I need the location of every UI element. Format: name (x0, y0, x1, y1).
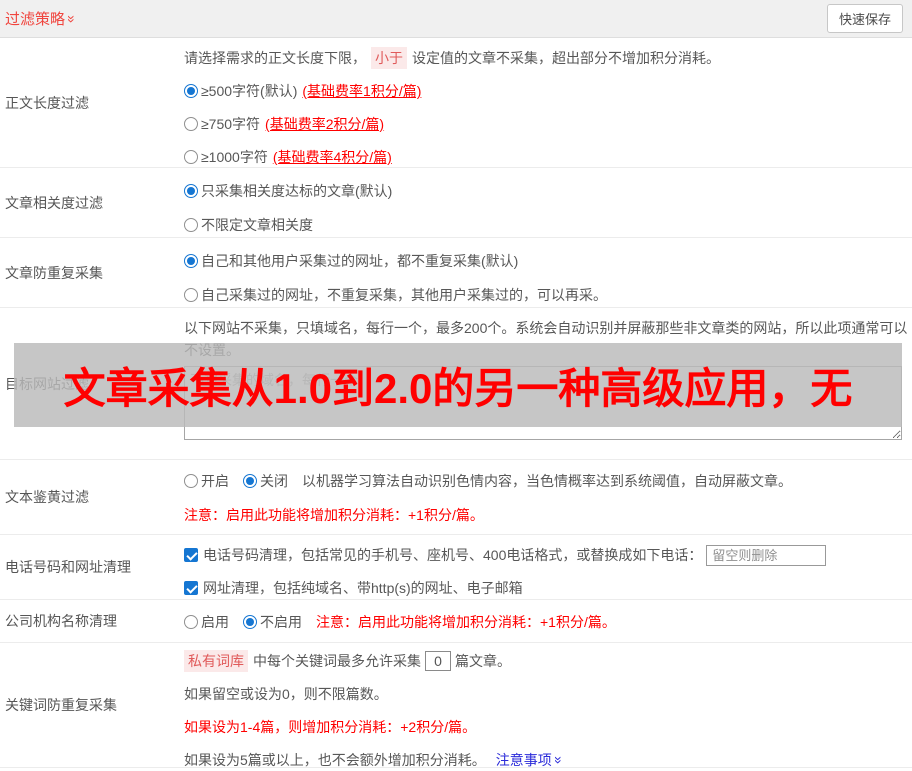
radio-button[interactable] (184, 84, 198, 98)
row-relevance-filter: 文章相关度过滤 只采集相关度达标的文章(默认) 不限定文章相关度 (0, 168, 912, 238)
row-target-site-filter: 目标网站过滤 以下网站不采集，只填域名，每行一个，最多200个。系统会自动识别并… (0, 308, 912, 460)
notes-link[interactable]: 注意事项 (496, 750, 552, 770)
promo-overlay-banner: 文章采集从1.0到2.0的另一种高级应用，无 (14, 343, 902, 427)
radio-label: 自己和其他用户采集过的网址，都不重复采集(默认) (201, 253, 519, 269)
radio-label: ≥1000字符 (201, 149, 268, 165)
row-content: 开启 关闭 以机器学习算法自动识别色情内容，当色情概率达到系统阈值，自动屏蔽文章… (176, 460, 912, 534)
radio-option-dedup-self[interactable]: 自己采集过的网址，不重复采集，其他用户采集过的，可以再采。 (184, 285, 904, 305)
radio-button-enable[interactable] (184, 615, 198, 629)
row-label: 正文长度过滤 (5, 94, 89, 111)
radio-option-no-limit[interactable]: 不限定文章相关度 (184, 215, 904, 235)
porn-filter-warning: 注意：启用此功能将增加积分消耗：+1积分/篇。 (184, 507, 484, 523)
radio-button-enable[interactable] (184, 474, 198, 488)
phone-cleanup-option: 电话号码清理，包括常见的手机号、座机号、400电话格式，或替换成如下电话： (184, 544, 904, 566)
keyword-limit-suffix: 篇文章。 (455, 653, 511, 669)
radio-label[interactable]: 关闭 (260, 471, 288, 491)
topbar: 过滤策略 » 快速保存 (0, 0, 912, 38)
row-keyword-dedup: 关键词防重复采集 私有词库 中每个关键词最多允许采集 篇文章。 如果留空或设为0… (0, 643, 912, 768)
row-label: 文本鉴黄过滤 (5, 489, 89, 505)
radio-label[interactable]: 不启用 (260, 612, 302, 632)
radio-label[interactable]: 启用 (201, 612, 229, 632)
page-title: 过滤策略 (5, 11, 66, 28)
intro-post: 设定值的文章不采集，超出部分不增加积分消耗。 (412, 50, 720, 66)
url-cleanup-option: 网址清理，包括纯域名、带http(s)的网址、电子邮箱 (184, 577, 904, 599)
radio-label: 只采集相关度达标的文章(默认) (201, 183, 393, 199)
keyword-note-text: 如果设为5篇或以上，也不会额外增加积分消耗。 (184, 752, 486, 768)
row-content: 启用 不启用 注意：启用此功能将增加积分消耗：+1积分/篇。 (176, 600, 912, 642)
radio-button[interactable] (184, 254, 198, 268)
row-label: 公司机构名称清理 (5, 613, 117, 629)
chevron-double-down-icon: » (550, 756, 567, 764)
row-body-length-filter: 正文长度过滤 请选择需求的正文长度下限， 小于 设定值的文章不采集，超出部分不增… (0, 38, 912, 168)
promo-overlay-text: 文章采集从1.0到2.0的另一种高级应用，无 (63, 364, 853, 412)
keyword-note-cost: 如果设为1-4篇，则增加积分消耗：+2积分/篇。 (184, 719, 477, 735)
radio-option-1000[interactable]: ≥1000字符 (基础费率4积分/篇) (184, 147, 904, 167)
quick-save-button[interactable]: 快速保存 (826, 4, 903, 33)
radio-option-relevant-only[interactable]: 只采集相关度达标的文章(默认) (184, 181, 904, 201)
radio-label: 不限定文章相关度 (201, 217, 313, 233)
row-label: 关键词防重复采集 (5, 697, 117, 713)
row-phone-url-cleanup: 电话号码和网址清理 电话号码清理，包括常见的手机号、座机号、400电话格式，或替… (0, 535, 912, 600)
radio-button[interactable] (184, 184, 198, 198)
radio-option-750[interactable]: ≥750字符 (基础费率2积分/篇) (184, 114, 904, 134)
row-content: 只采集相关度达标的文章(默认) 不限定文章相关度 (176, 168, 912, 237)
porn-filter-description: 以机器学习算法自动识别色情内容，当色情概率达到系统阈值，自动屏蔽文章。 (302, 473, 792, 489)
checkbox-url-cleanup[interactable] (184, 581, 198, 595)
keyword-limit-line: 私有词库 中每个关键词最多允许采集 篇文章。 (184, 650, 904, 672)
checkbox-label[interactable]: 电话号码清理，包括常见的手机号、座机号、400电话格式，或替换成如下电话： (203, 545, 702, 565)
row-content: 请选择需求的正文长度下限， 小于 设定值的文章不采集，超出部分不增加积分消耗。 … (176, 38, 912, 167)
less-than-highlight: 小于 (371, 47, 407, 69)
row-article-dedup: 文章防重复采集 自己和其他用户采集过的网址，都不重复采集(默认) 自己采集过的网… (0, 238, 912, 308)
radio-button[interactable] (184, 117, 198, 131)
checkbox-label[interactable]: 网址清理，包括纯域名、带http(s)的网址、电子邮箱 (203, 578, 523, 598)
keyword-note-unlimited: 如果留空或设为0，则不限篇数。 (184, 686, 388, 702)
chevron-double-down-icon: » (63, 14, 80, 23)
radio-option-500[interactable]: ≥500字符(默认) (基础费率1积分/篇) (184, 81, 904, 101)
porn-filter-options: 开启 关闭 以机器学习算法自动识别色情内容，当色情概率达到系统阈值，自动屏蔽文章… (184, 471, 904, 491)
radio-label: 自己采集过的网址，不重复采集，其他用户采集过的，可以再采。 (201, 287, 607, 303)
length-intro: 请选择需求的正文长度下限， 小于 设定值的文章不采集，超出部分不增加积分消耗。 (184, 47, 904, 69)
row-label: 文章防重复采集 (5, 264, 103, 281)
replacement-phone-input[interactable] (706, 544, 827, 566)
row-content: 自己和其他用户采集过的网址，都不重复采集(默认) 自己采集过的网址，不重复采集，… (176, 238, 912, 307)
company-cleanup-warning: 注意：启用此功能将增加积分消耗：+1积分/篇。 (316, 614, 616, 630)
row-content: 电话号码清理，包括常见的手机号、座机号、400电话格式，或替换成如下电话： 网址… (176, 535, 912, 599)
row-content: 私有词库 中每个关键词最多允许采集 篇文章。 如果留空或设为0，则不限篇数。 如… (176, 643, 912, 770)
checkbox-phone-cleanup[interactable] (184, 548, 198, 562)
radio-option-dedup-all[interactable]: 自己和其他用户采集过的网址，都不重复采集(默认) (184, 251, 904, 271)
row-label: 文章相关度过滤 (5, 194, 103, 211)
row-label: 电话号码和网址清理 (5, 559, 131, 575)
filter-strategy-title[interactable]: 过滤策略 » (5, 8, 80, 29)
row-porn-filter: 文本鉴黄过滤 开启 关闭 以机器学习算法自动识别色情内容，当色情概率达到系统阈值… (0, 460, 912, 535)
radio-label[interactable]: 开启 (201, 471, 229, 491)
fee-note: (基础费率4积分/篇) (272, 149, 392, 165)
intro-pre: 请选择需求的正文长度下限， (184, 50, 366, 66)
company-cleanup-options: 启用 不启用 注意：启用此功能将增加积分消耗：+1积分/篇。 (184, 612, 904, 632)
radio-button-disable[interactable] (243, 474, 257, 488)
radio-label: ≥500字符(默认) (201, 83, 298, 99)
radio-button[interactable] (184, 218, 198, 232)
private-lexicon-highlight: 私有词库 (184, 650, 248, 672)
fee-note: (基础费率1积分/篇) (302, 83, 422, 99)
row-company-name-cleanup: 公司机构名称清理 启用 不启用 注意：启用此功能将增加积分消耗：+1积分/篇。 (0, 600, 912, 643)
radio-label: ≥750字符 (201, 116, 261, 132)
radio-button-disable[interactable] (243, 615, 257, 629)
radio-button[interactable] (184, 150, 198, 164)
fee-note: (基础费率2积分/篇) (265, 116, 385, 132)
keyword-limit-input[interactable] (425, 651, 451, 671)
radio-button[interactable] (184, 288, 198, 302)
keyword-limit-text: 中每个关键词最多允许采集 (253, 653, 421, 669)
